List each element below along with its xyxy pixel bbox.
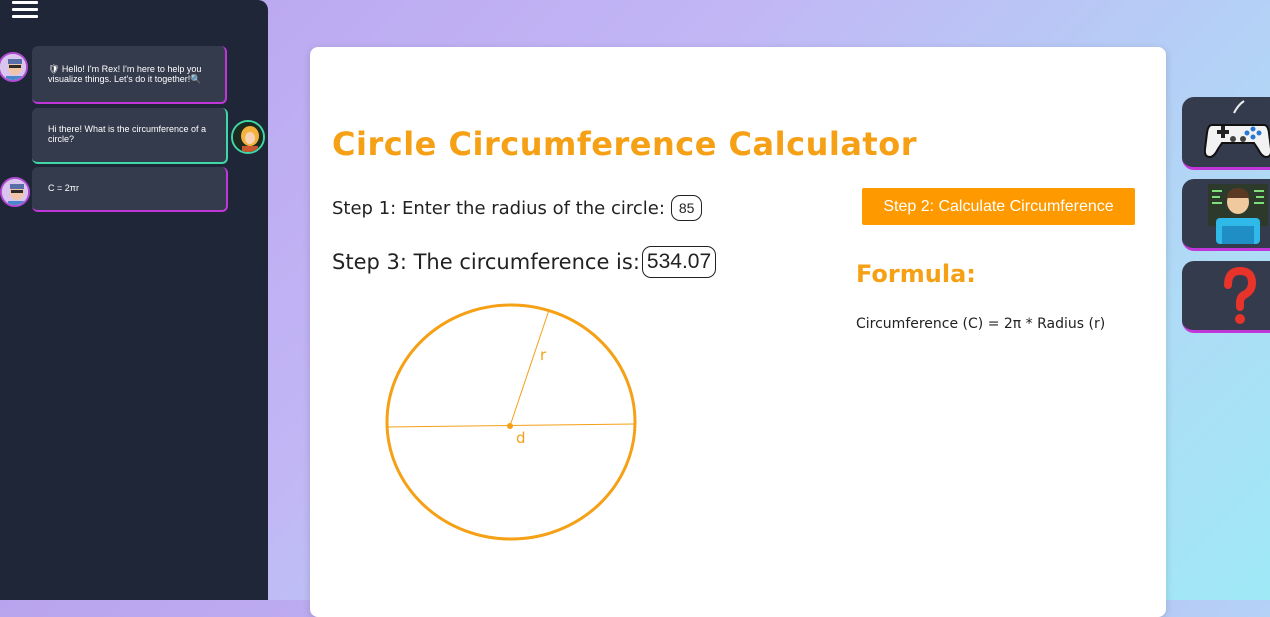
formula-heading: Formula: xyxy=(856,260,976,288)
bot-avatar xyxy=(0,177,30,207)
help-button[interactable] xyxy=(1182,261,1270,333)
chat-message-text: Hi there! What is the circumference of a… xyxy=(48,124,207,144)
center-point xyxy=(507,423,513,429)
page-title: Circle Circumference Calculator xyxy=(332,125,917,163)
diameter-label: d xyxy=(516,429,526,447)
step3-label: Step 3: The circumference is: xyxy=(332,250,640,274)
chat-message-bot: C = 2πr xyxy=(32,167,228,212)
calculate-circumference-button[interactable]: Step 2: Calculate Circumference xyxy=(862,188,1135,225)
radius-input[interactable]: 85 xyxy=(670,195,703,221)
radius-line xyxy=(509,309,550,427)
radius-label: r xyxy=(540,346,547,364)
circumference-result: 534.07 xyxy=(641,246,717,278)
developer-button[interactable] xyxy=(1182,179,1270,251)
step1-row: Step 1: Enter the radius of the circle: … xyxy=(332,195,703,221)
chat-message-text: C = 2πr xyxy=(48,183,79,193)
developer-icon xyxy=(1208,184,1268,244)
step1-label: Step 1: Enter the radius of the circle: xyxy=(332,197,665,219)
game-controller-icon xyxy=(1204,100,1270,159)
formula-text: Circumference (C) = 2π * Radius (r) xyxy=(856,316,1106,332)
step3-row: Step 3: The circumference is: 534.07 xyxy=(332,246,717,278)
game-button[interactable] xyxy=(1182,97,1270,170)
chat-sidebar: 🛡 Hello! I'm Rex! I'm here to help you v… xyxy=(0,0,268,600)
bot-avatar xyxy=(0,52,28,82)
question-mark-icon xyxy=(1224,267,1257,324)
user-avatar xyxy=(231,120,265,154)
chat-message-text: 🛡 Hello! I'm Rex! I'm here to help you v… xyxy=(48,64,202,84)
chat-message-bot: 🛡 Hello! I'm Rex! I'm here to help you v… xyxy=(32,46,227,104)
calculator-card: Circle Circumference Calculator Step 1: … xyxy=(310,47,1166,617)
chat-message-user: Hi there! What is the circumference of a… xyxy=(32,108,228,164)
menu-icon[interactable] xyxy=(12,0,38,18)
circle-diagram: r d xyxy=(385,303,637,541)
